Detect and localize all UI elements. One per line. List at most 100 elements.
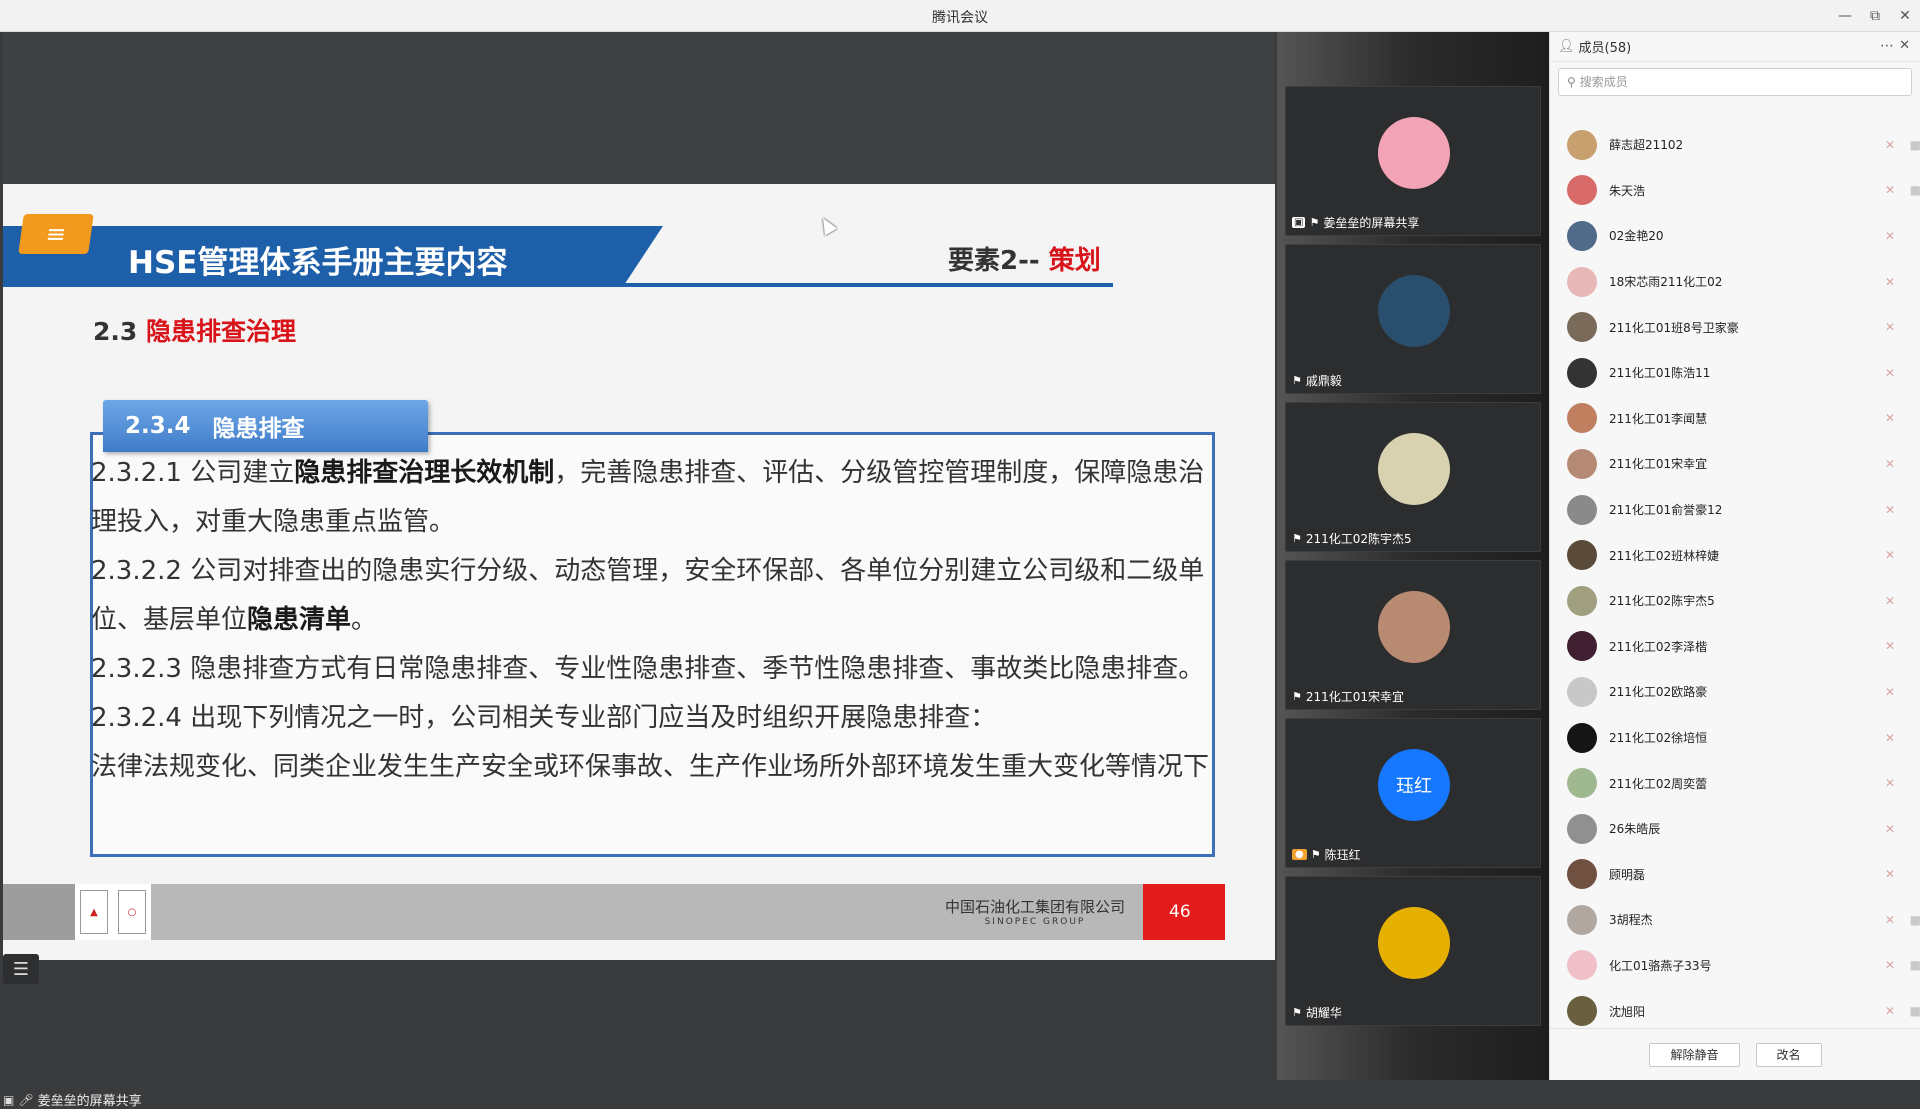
panel-close-icon[interactable]: ✕ [1899, 38, 1910, 53]
host-icon: ● [1292, 849, 1307, 860]
participant-avatar [1378, 907, 1450, 979]
unmute-all-button[interactable]: 解除静音 [1649, 1042, 1740, 1067]
paragraph-2-3-2-1: 2.3.2.1 公司建立隐患排查治理长效机制，完善隐患排查、评估、分级管控管理制… [91, 449, 1211, 547]
member-row[interactable]: 211化工02班林梓婕 ✕ [1550, 532, 1920, 578]
video-tiles-column: ▣ ⚑ 姜垒垒的屏幕共享 ⚑ 戚鼎毅 ⚑ 211化工02陈宇杰5 ⚑ 211化工01宋幸宜 珏红 ●… [1277, 32, 1549, 1080]
mic-muted-icon[interactable]: ✕ [1885, 411, 1895, 425]
mic-muted-icon[interactable]: ✕ [1885, 457, 1895, 471]
avatar [1567, 175, 1597, 206]
tile-name-text: 211化工02陈宇杰5 [1305, 532, 1412, 546]
member-row[interactable]: 薛志超21102 ✕ ■ [1550, 122, 1920, 168]
avatar [1567, 950, 1597, 981]
member-name: 211化工01李闻慧 [1609, 411, 1708, 426]
member-row[interactable]: 211化工01班8号卫家豪 ✕ [1550, 304, 1920, 350]
members-count-title: 成员(58) [1578, 41, 1632, 56]
avatar [1567, 448, 1597, 479]
section-title: 隐患排查治理 [146, 317, 297, 346]
member-row[interactable]: 211化工01宋幸宜 ✕ [1550, 441, 1920, 487]
footer-company-en: SINOPEC GROUP [984, 917, 1086, 927]
mic-muted-icon[interactable]: ✕ [1885, 1004, 1895, 1018]
member-row[interactable]: 26朱皓辰 ✕ [1550, 806, 1920, 852]
mic-muted-icon[interactable]: ✕ [1885, 913, 1895, 927]
video-tile[interactable]: 珏红 ● ⚑ 陈珏红 [1285, 718, 1541, 868]
member-row[interactable]: 18宋芯雨211化工02 ✕ [1550, 259, 1920, 305]
member-name: 211化工02徐培恒 [1609, 731, 1708, 746]
member-row[interactable]: 211化工02陈宇杰5 ✕ [1550, 578, 1920, 624]
more-options-icon[interactable]: ⋯ [1880, 38, 1894, 54]
mic-muted-icon[interactable]: ✕ [1885, 639, 1895, 653]
paragraph-2-3-2-4: 2.3.2.4 出现下列情况之一时，公司相关专业部门应当及时组织开展隐患排查： [91, 703, 997, 733]
member-name: 18宋芯雨211化工02 [1609, 275, 1723, 290]
members-panel-header: 👤︎ 成员(58) ⋯ ✕ [1550, 32, 1920, 62]
mic-muted-icon[interactable]: ✕ [1885, 867, 1895, 881]
member-row[interactable]: 211化工02欧路豪 ✕ [1550, 669, 1920, 715]
video-tile[interactable]: ⚑ 211化工02陈宇杰5 [1285, 402, 1541, 552]
member-row[interactable]: 02金艳20 ✕ [1550, 213, 1920, 259]
mic-muted-icon[interactable]: ✕ [1885, 548, 1895, 562]
tile-name-label: ▣ ⚑ 姜垒垒的屏幕共享 [1292, 214, 1419, 231]
member-row[interactable]: 化工01骆燕子33号 ✕ ■ [1550, 943, 1920, 989]
member-search-box[interactable]: ⚲ [1558, 68, 1912, 96]
camera-off-icon[interactable]: ■ [1910, 913, 1920, 927]
mic-muted-icon[interactable]: ✕ [1885, 138, 1895, 152]
camera-off-icon[interactable]: ■ [1910, 183, 1920, 197]
participant-avatar [1378, 591, 1450, 663]
member-row[interactable]: 顾明磊 ✕ [1550, 852, 1920, 898]
camera-off-icon[interactable]: ■ [1910, 138, 1920, 152]
member-row[interactable]: 3胡程杰 ✕ ■ [1550, 897, 1920, 943]
avatar [1567, 813, 1597, 844]
member-search-input[interactable] [1579, 75, 1880, 89]
slide-title: HSE管理体系手册主要内容 [128, 245, 508, 281]
tile-name-text: 姜垒垒的屏幕共享 [1323, 216, 1420, 230]
camera-off-icon[interactable]: ■ [1910, 1004, 1920, 1018]
video-tile[interactable]: ⚑ 211化工01宋幸宜 [1285, 560, 1541, 710]
minimize-icon[interactable]: — [1830, 0, 1860, 32]
member-row[interactable]: 211化工01俞誉豪12 ✕ [1550, 487, 1920, 533]
element-highlight: 策划 [1048, 246, 1101, 276]
mic-muted-icon[interactable]: ✕ [1885, 366, 1895, 380]
mic-muted-icon[interactable]: ✕ [1885, 320, 1895, 334]
mic-muted-icon[interactable]: ✕ [1885, 685, 1895, 699]
mic-muted-icon[interactable]: ✕ [1885, 731, 1895, 745]
participant-avatar [1378, 433, 1450, 505]
share-owner-text: 姜垒垒的屏幕共享 [37, 1094, 142, 1109]
member-name: 沈旭阳 [1609, 1004, 1646, 1019]
member-row[interactable]: 211化工01李闻慧 ✕ [1550, 396, 1920, 442]
mic-muted-icon[interactable]: ✕ [1885, 594, 1895, 608]
subsection-title: 隐患排查 [212, 416, 305, 442]
tile-name-text: 戚鼎毅 [1305, 374, 1342, 388]
slide-list-icon[interactable]: ☰ [3, 954, 39, 984]
mic-muted-icon[interactable]: ✕ [1885, 958, 1895, 972]
mic-muted-icon[interactable]: ✕ [1885, 229, 1895, 243]
mic-muted-icon[interactable]: ✕ [1885, 503, 1895, 517]
mic-icon: 🎤︎ [18, 1092, 34, 1107]
screen-share-area[interactable]: ≡ HSE管理体系手册主要内容 要素2-- 策划 2.3 隐患排查治理 2.3.… [0, 32, 1277, 1109]
paragraph-2-3-2-2: 2.3.2.2 公司对排查出的隐患实行分级、动态管理，安全环保部、各单位分别建立… [91, 547, 1211, 645]
olympics-logo-icon: ○ [118, 890, 146, 934]
member-row[interactable]: 朱天浩 ✕ ■ [1550, 168, 1920, 214]
avatar [1567, 403, 1597, 434]
slide-footer: ▲ ○ 中国石油化工集团有限公司 SINOPEC GROUP 46 [3, 884, 1225, 940]
close-icon[interactable]: ✕ [1890, 0, 1920, 32]
video-tile[interactable]: ⚑ 戚鼎毅 [1285, 244, 1541, 394]
tile-name-label: ⚑ 胡耀华 [1292, 1004, 1342, 1021]
members-list: 薛志超21102 ✕ ■ 朱天浩 ✕ ■ 02金艳20 ✕ 18宋芯雨211化工02 ✕ 211化工… [1550, 122, 1920, 1034]
restore-icon[interactable]: ⧉ [1860, 0, 1890, 32]
video-tile[interactable]: ⚑ 胡耀华 [1285, 876, 1541, 1026]
mic-muted-icon[interactable]: ✕ [1885, 776, 1895, 790]
mic-muted-icon[interactable]: ✕ [1885, 183, 1895, 197]
member-row[interactable]: 211化工01陈浩11 ✕ [1550, 350, 1920, 396]
window-controls: — ⧉ ✕ [1830, 0, 1920, 32]
member-row[interactable]: 211化工02周奕蕾 ✕ [1550, 760, 1920, 806]
tile-name-label: ⚑ 211化工02陈宇杰5 [1292, 530, 1412, 547]
camera-off-icon[interactable]: ■ [1910, 958, 1920, 972]
mic-muted-icon[interactable]: ✕ [1885, 822, 1895, 836]
video-tile[interactable]: ▣ ⚑ 姜垒垒的屏幕共享 [1285, 86, 1541, 236]
mic-icon: ⚑ [1309, 216, 1320, 229]
participant-avatar [1378, 117, 1450, 189]
member-row[interactable]: 211化工02徐培恒 ✕ [1550, 715, 1920, 761]
mic-muted-icon[interactable]: ✕ [1885, 275, 1895, 289]
rename-button[interactable]: 改名 [1755, 1042, 1822, 1067]
member-row[interactable]: 211化工02李泽楷 ✕ [1550, 624, 1920, 670]
p1-bold: 隐患排查治理长效机制 [294, 458, 555, 488]
